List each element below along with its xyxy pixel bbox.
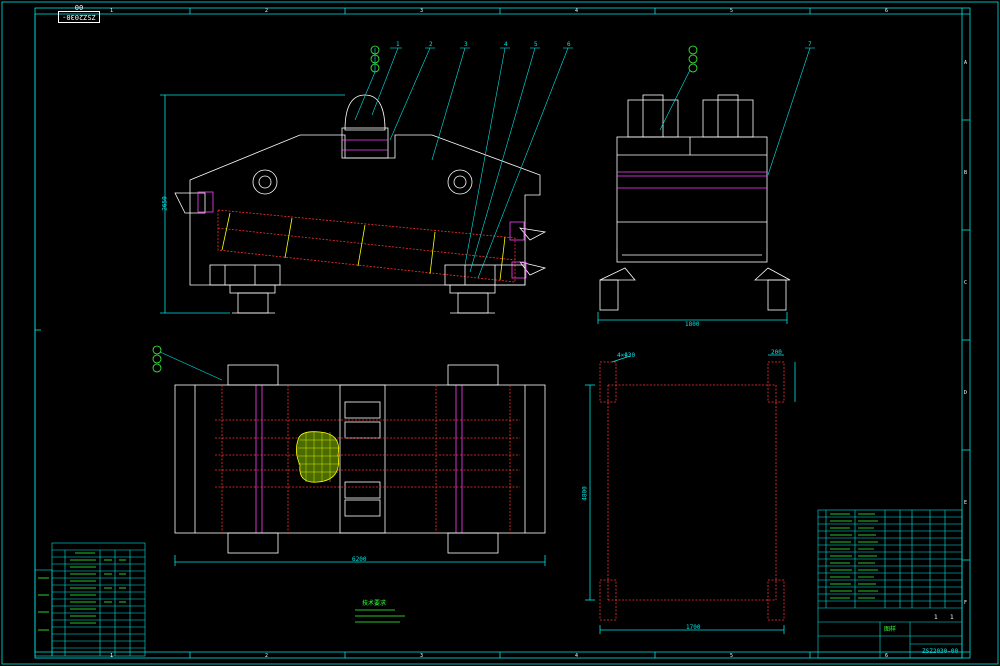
grid-bottom-6: 6	[885, 653, 889, 659]
sheet-mark-1: 1	[934, 614, 938, 621]
dim-base-hole: 4×Φ30	[617, 352, 636, 359]
title-name-label: 图样	[884, 626, 897, 633]
sheet-mark-2: 1	[950, 614, 954, 621]
balloon-6: 6	[567, 41, 571, 48]
side-motor-left	[627, 94, 679, 138]
drawing-code-stamp: ZSZ2030-00	[58, 3, 100, 23]
mesh-sample	[296, 431, 340, 483]
side-motor-right	[702, 94, 754, 138]
dim-plan-length: 6200	[352, 556, 367, 563]
grid-right-d: D	[964, 390, 968, 396]
plan-beams	[255, 385, 463, 533]
bearing-right	[447, 169, 473, 195]
plan-deck-lines	[215, 385, 520, 533]
grid-right-a: A	[964, 60, 968, 66]
balloons-stack-side	[688, 45, 698, 73]
side-deck	[617, 171, 767, 189]
balloons-stack-plan	[152, 345, 162, 373]
height-dimension	[160, 94, 345, 314]
screen-housing	[189, 134, 541, 286]
grid-top-4: 4	[575, 8, 579, 14]
dim-base-length: 4800	[581, 486, 589, 501]
motor-top	[344, 94, 386, 131]
front-view	[160, 45, 573, 314]
bearing-left	[252, 169, 278, 195]
balloon-leaders	[354, 47, 573, 279]
grid-bottom-5: 5	[730, 653, 734, 659]
plan-outline	[174, 384, 546, 534]
grid-right-e: E	[964, 500, 968, 506]
side-support-left	[599, 267, 636, 311]
plan-view	[152, 345, 546, 566]
base-frame-view	[585, 354, 796, 634]
balloon-1: 1	[396, 41, 400, 48]
support-right	[444, 264, 526, 314]
support-left	[209, 264, 281, 314]
side-support-right	[753, 267, 791, 311]
balloon-7: 7	[808, 41, 812, 48]
title-part-code: ZSZ2030-00	[922, 648, 959, 655]
dim-side-width: 1800	[685, 321, 700, 328]
plan-motor-boxes	[344, 401, 381, 517]
revision-table-text	[38, 552, 126, 631]
grid-bottom-2: 2	[265, 653, 269, 659]
grid-bottom-1: 1	[110, 653, 114, 659]
tech-notes-title: 技术要求	[362, 600, 387, 607]
grid-top-3: 3	[420, 8, 424, 14]
dim-base-width: 1700	[686, 624, 701, 631]
tech-notes-lines	[355, 609, 405, 623]
balloon-2: 2	[429, 41, 433, 48]
grid-top-6: 6	[885, 8, 889, 14]
dim-base-pad: 200	[771, 349, 782, 356]
grid-bottom-4: 4	[575, 653, 579, 659]
side-view	[597, 45, 815, 324]
grid-top-1: 1	[110, 8, 114, 14]
grid-bottom-3: 3	[420, 653, 424, 659]
base-frame	[599, 361, 785, 621]
grid-right-b: B	[964, 170, 968, 176]
balloon-5: 5	[534, 41, 538, 48]
balloon-4: 4	[504, 41, 508, 48]
cad-drawing	[1, 1, 999, 665]
grid-top-5: 5	[730, 8, 734, 14]
grid-right-c: C	[964, 280, 968, 286]
balloon-3: 3	[464, 41, 468, 48]
dim-front-height: 2650	[161, 196, 169, 211]
grid-top-2: 2	[265, 8, 269, 14]
grid-right-f: F	[964, 600, 968, 606]
parts-list-text	[830, 513, 878, 599]
drawing-frame	[1, 1, 999, 665]
side-housing	[616, 136, 768, 263]
